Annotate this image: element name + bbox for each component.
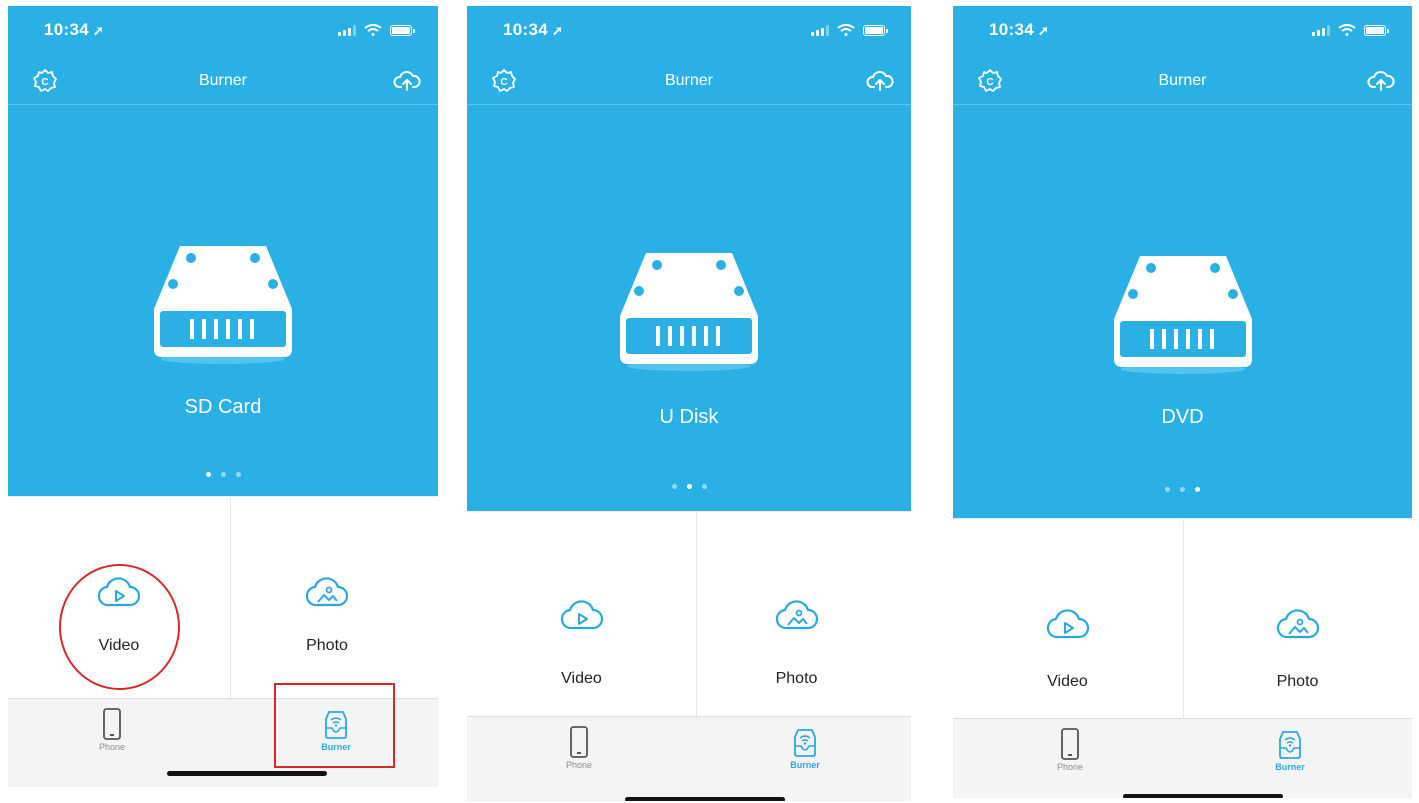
- photo-tile[interactable]: Photo: [682, 512, 911, 717]
- cellular-signal-icon: [811, 25, 829, 36]
- phone-icon: [1061, 728, 1079, 760]
- photo-label: Photo: [306, 637, 348, 654]
- page-title: Burner: [198, 72, 248, 89]
- tab-phone[interactable]: Phone: [52, 699, 172, 752]
- storage-drive-icon: [620, 253, 758, 371]
- cloud-photo-icon: [305, 577, 349, 607]
- device-type-label: U Disk: [659, 406, 719, 428]
- tab-burner-label: Burner: [790, 760, 820, 770]
- cloud-video-icon: [560, 600, 603, 630]
- tab-phone-label: Phone: [1056, 762, 1084, 772]
- status-bar: 10:34 ➚: [467, 6, 911, 52]
- video-label: Video: [1047, 673, 1088, 690]
- photo-tile[interactable]: Photo: [216, 497, 438, 699]
- tab-phone-label: Phone: [98, 742, 126, 752]
- photo-label: Photo: [1276, 673, 1319, 690]
- status-indicators: [811, 24, 888, 36]
- cloud-upload-icon[interactable]: [865, 66, 895, 96]
- hero-panel: 10:34 ➚ C Burner SD Card: [8, 6, 438, 496]
- wifi-icon: [364, 24, 382, 36]
- phone-icon: [570, 726, 588, 758]
- nav-bar: C Burner: [467, 58, 911, 105]
- photo-tile[interactable]: Photo: [1183, 519, 1412, 719]
- tab-phone[interactable]: Phone: [519, 717, 639, 770]
- page-dot[interactable]: [1180, 487, 1185, 492]
- storage-drive-icon: [154, 246, 292, 364]
- page-indicator[interactable]: [953, 487, 1412, 492]
- nav-bar: C Burner: [8, 58, 438, 105]
- cloud-photo-icon: [1276, 609, 1319, 639]
- location-arrow-icon: ➚: [92, 23, 105, 38]
- device-type-label: DVD: [1161, 406, 1204, 428]
- status-indicators: [338, 24, 415, 36]
- tab-burner-label: Burner: [321, 742, 351, 752]
- page-dot[interactable]: [1195, 487, 1200, 492]
- battery-icon: [1364, 25, 1389, 36]
- page-indicator[interactable]: [467, 484, 911, 489]
- cellular-signal-icon: [1312, 25, 1330, 36]
- video-tile[interactable]: Video: [8, 497, 230, 699]
- wifi-icon: [1338, 24, 1356, 36]
- media-grid: Video Photo: [953, 518, 1412, 719]
- video-label: Video: [561, 670, 602, 687]
- storage-drive-icon: [1113, 256, 1252, 374]
- burner-icon: [794, 729, 816, 757]
- home-indicator: [625, 797, 785, 801]
- cellular-signal-icon: [338, 25, 356, 36]
- page-dot[interactable]: [1165, 487, 1170, 492]
- cloud-video-icon: [97, 577, 141, 607]
- tab-phone[interactable]: Phone: [1010, 719, 1130, 772]
- page-indicator[interactable]: [8, 472, 438, 477]
- tab-burner-label: Burner: [1275, 762, 1305, 772]
- phone-screen-dvd: 10:34 ➚ C Burner DVD Video Photo Phone B…: [953, 6, 1412, 798]
- page-dot[interactable]: [686, 484, 692, 489]
- status-indicators: [1312, 24, 1389, 36]
- status-bar: 10:34 ➚: [8, 6, 438, 52]
- status-time: 10:34 ➚: [44, 20, 105, 39]
- media-grid: Video Photo: [467, 511, 911, 717]
- location-arrow-icon: ➚: [551, 23, 564, 38]
- phone-icon: [103, 708, 121, 740]
- home-indicator: [1122, 794, 1283, 798]
- location-arrow-icon: ➚: [1037, 23, 1050, 38]
- tab-burner[interactable]: Burner: [276, 699, 396, 752]
- page-dot[interactable]: [701, 484, 707, 489]
- media-grid: Video Photo: [8, 496, 438, 699]
- page-dot[interactable]: [205, 472, 211, 477]
- tab-burner[interactable]: Burner: [745, 717, 865, 770]
- wifi-icon: [837, 24, 855, 36]
- home-indicator: [167, 771, 327, 776]
- cloud-video-icon: [1046, 609, 1089, 639]
- tab-phone-label: Phone: [565, 760, 593, 770]
- hero-panel: 10:34 ➚ C Burner U Disk: [467, 6, 911, 511]
- page-title: Burner: [664, 72, 714, 89]
- hero-panel: 10:34 ➚ C Burner DVD: [953, 6, 1412, 518]
- device-type-label: SD Card: [184, 396, 262, 418]
- status-bar: 10:34 ➚: [953, 6, 1412, 52]
- battery-icon: [863, 25, 888, 36]
- tab-bar: Phone Burner: [467, 716, 911, 801]
- phone-screen-sd-card: 10:34 ➚ C Burner SD Card Video Photo Pho…: [8, 6, 438, 787]
- cloud-upload-icon[interactable]: [1366, 66, 1396, 96]
- status-time: 10:34 ➚: [989, 20, 1050, 39]
- video-tile[interactable]: Video: [467, 512, 696, 717]
- video-label: Video: [98, 637, 140, 654]
- photo-label: Photo: [775, 670, 818, 687]
- page-dot[interactable]: [671, 484, 677, 489]
- page-title: Burner: [1158, 72, 1207, 89]
- nav-bar: C Burner: [953, 58, 1412, 105]
- cloud-photo-icon: [775, 600, 818, 630]
- tab-bar: Phone Burner: [953, 718, 1412, 798]
- status-time: 10:34 ➚: [503, 20, 564, 39]
- burner-icon: [325, 711, 347, 739]
- tab-bar: Phone Burner: [8, 698, 438, 787]
- burner-icon: [1279, 731, 1301, 759]
- video-tile[interactable]: Video: [953, 519, 1182, 719]
- cloud-upload-icon[interactable]: [392, 66, 422, 96]
- tab-burner[interactable]: Burner: [1230, 719, 1350, 772]
- page-dot[interactable]: [235, 472, 241, 477]
- page-dot[interactable]: [220, 472, 226, 477]
- phone-screen-u-disk: 10:34 ➚ C Burner U Disk Video Photo Phon…: [467, 6, 911, 801]
- battery-icon: [390, 25, 415, 36]
